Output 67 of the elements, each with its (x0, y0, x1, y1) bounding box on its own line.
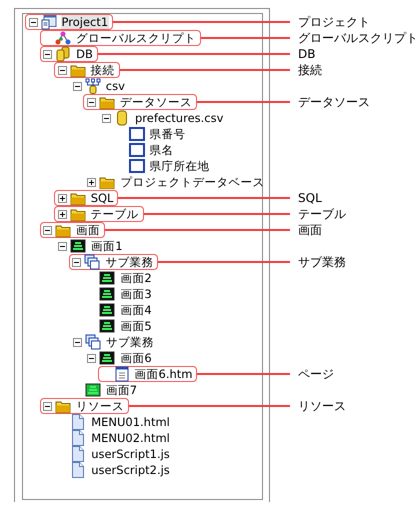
callout-label: SQL (297, 191, 323, 205)
tree-item[interactable]: csv (104, 79, 126, 93)
script-molecule-icon (55, 30, 72, 46)
tree-item[interactable]: 県名 (148, 143, 175, 157)
tree-item[interactable]: 画面2 (119, 271, 153, 285)
screen-icon (70, 238, 86, 254)
collapse-button[interactable] (43, 402, 52, 410)
collapse-button[interactable] (58, 242, 68, 250)
screen-icon (99, 286, 116, 302)
page-icon (114, 366, 130, 382)
tree-item[interactable]: Project1 (60, 15, 110, 29)
callout-label: テーブル (297, 206, 347, 222)
project-window-icon (40, 14, 56, 30)
collapse-button[interactable] (72, 258, 82, 266)
file-icon (70, 462, 86, 478)
collapse-button[interactable] (28, 18, 38, 26)
screen-icon (99, 318, 116, 334)
tree-item[interactable]: prefectures.csv (134, 111, 224, 125)
collapse-button[interactable] (87, 354, 96, 362)
file-icon (70, 430, 86, 446)
callout-label: 接続 (297, 62, 323, 78)
expand-button[interactable] (87, 178, 96, 186)
callout-label: グローバルスクリプト (297, 30, 416, 46)
connection-icon (84, 78, 101, 94)
field-square-icon (128, 126, 145, 142)
callout-label: リソース (297, 398, 347, 414)
stacked-windows-icon (84, 334, 101, 350)
cylinder-icon (114, 110, 130, 126)
screen-icon (99, 270, 116, 286)
tree-item[interactable]: 画面4 (119, 303, 153, 317)
tree-item[interactable]: 画面3 (119, 287, 153, 301)
callout-label: データソース (297, 94, 371, 110)
tree-item[interactable]: 画面6 (119, 351, 153, 365)
screen-icon (84, 382, 101, 398)
collapse-button[interactable] (72, 82, 82, 90)
callout-label: サブ業務 (297, 254, 347, 270)
tree-item[interactable]: 画面1 (90, 239, 124, 253)
tree-item[interactable]: MENU02.html (90, 431, 171, 445)
expand-button[interactable] (58, 194, 67, 202)
tree-item[interactable]: プロジェクトデータベース (119, 175, 266, 189)
screen-icon (99, 350, 116, 366)
tree-item[interactable]: 画面7 (104, 383, 138, 397)
field-square-icon (128, 158, 145, 174)
tree-item[interactable]: MENU01.html (90, 415, 171, 429)
collapse-button[interactable] (102, 114, 111, 122)
tree-item[interactable]: 県庁所在地 (148, 159, 211, 173)
file-icon (70, 414, 86, 430)
tree-item[interactable]: 県番号 (148, 127, 187, 141)
collapse-button[interactable] (43, 50, 52, 58)
tree-item[interactable]: userScript1.js (90, 447, 171, 461)
tree-item[interactable]: userScript2.js (90, 463, 171, 477)
callout-label: 画面 (297, 222, 323, 238)
field-square-icon (128, 142, 145, 158)
callout-label: DB (297, 47, 316, 61)
tree-item[interactable]: サブ業務 (104, 335, 155, 349)
expand-button[interactable] (58, 210, 67, 218)
collapse-button[interactable] (58, 66, 67, 74)
collapse-button[interactable] (72, 338, 82, 346)
tree-item[interactable]: 画面5 (119, 319, 153, 333)
callout-label: ページ (297, 366, 335, 382)
callout-label: プロジェクト (297, 14, 371, 30)
screen-icon (99, 302, 116, 318)
collapse-button[interactable] (86, 98, 96, 106)
stacked-windows-icon (84, 254, 100, 270)
file-icon (70, 446, 86, 462)
database-icon (55, 46, 72, 62)
collapse-button[interactable] (43, 226, 52, 234)
